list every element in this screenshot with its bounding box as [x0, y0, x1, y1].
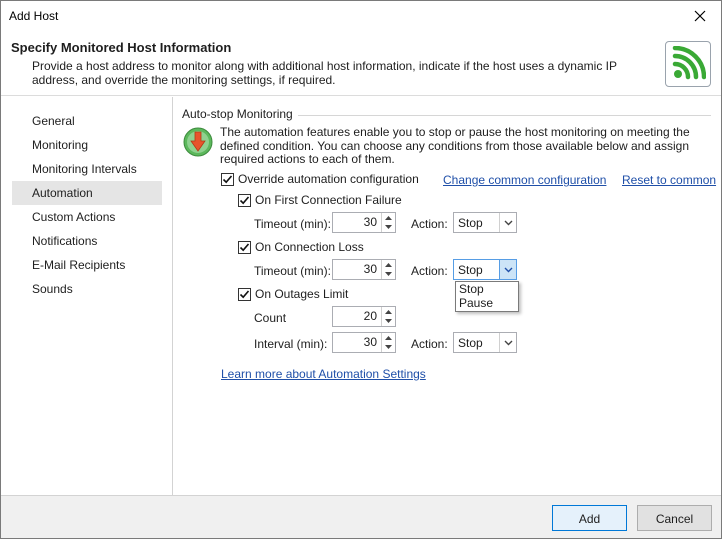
first-failure-action-label: Action: [411, 217, 448, 231]
sidebar-item-sounds[interactable]: Sounds [12, 277, 162, 301]
chevron-down-icon [504, 340, 512, 345]
add-button[interactable]: Add [552, 505, 627, 531]
checkbox-label: On Connection Loss [255, 240, 364, 254]
spin-down-button[interactable] [382, 317, 395, 327]
option-stop[interactable]: Stop [456, 282, 518, 296]
reset-to-common-link[interactable]: Reset to common [622, 173, 716, 187]
selected-value: Stop [458, 216, 483, 230]
triangle-up-icon [385, 335, 392, 340]
close-icon [694, 10, 706, 22]
checkbox-box [221, 172, 234, 186]
connection-loss-timeout-spinner[interactable] [332, 259, 396, 280]
chevron-down-icon [504, 267, 512, 272]
chevron-down-icon [504, 220, 512, 225]
header-title: Specify Monitored Host Information [11, 40, 232, 55]
connection-loss-timeout-input[interactable] [333, 260, 381, 279]
outages-interval-label: Interval (min): [254, 337, 328, 351]
sidebar-item-email-recipients[interactable]: E-Mail Recipients [12, 253, 162, 277]
checkbox-box [238, 240, 251, 254]
checkmark-icon [239, 242, 250, 251]
outages-count-label: Count [254, 311, 287, 325]
first-failure-timeout-label: Timeout (min): [254, 217, 331, 231]
first-failure-timeout-spinner[interactable] [332, 212, 396, 233]
dialog-footer: Add Cancel [1, 495, 721, 538]
dropdown-button[interactable] [499, 260, 516, 279]
spin-down-button[interactable] [382, 223, 395, 233]
group-title: Auto-stop Monitoring [182, 107, 293, 121]
override-automation-checkbox[interactable]: Override automation configuration [221, 172, 419, 186]
outages-count-input[interactable] [333, 307, 381, 326]
outages-interval-spinner[interactable] [332, 332, 396, 353]
first-connection-failure-checkbox[interactable]: On First Connection Failure [238, 193, 402, 207]
wifi-signal-icon [672, 46, 706, 80]
outages-interval-input[interactable] [333, 333, 381, 352]
settings-sidebar: General Monitoring Monitoring Intervals … [1, 97, 173, 495]
spin-up-button[interactable] [382, 333, 395, 343]
sidebar-item-automation[interactable]: Automation [12, 181, 162, 205]
header-description: Provide a host address to monitor along … [32, 59, 617, 87]
sidebar-item-monitoring-intervals[interactable]: Monitoring Intervals [12, 157, 162, 181]
sidebar-item-custom-actions[interactable]: Custom Actions [12, 205, 162, 229]
window-title: Add Host [9, 9, 59, 23]
triangle-up-icon [385, 309, 392, 314]
connection-loss-checkbox[interactable]: On Connection Loss [238, 240, 364, 254]
triangle-down-icon [385, 319, 392, 324]
selected-value: Stop [458, 336, 483, 350]
spin-down-button[interactable] [382, 270, 395, 280]
change-common-configuration-link[interactable]: Change common configuration [443, 173, 606, 187]
checkmark-icon [222, 174, 233, 183]
connection-loss-action-select[interactable]: Stop [453, 259, 517, 280]
checkbox-label: On Outages Limit [255, 287, 349, 301]
cancel-button[interactable]: Cancel [637, 505, 712, 531]
dropdown-button[interactable] [499, 333, 516, 352]
intro-text: The automation features enable you to st… [220, 125, 690, 166]
spin-up-button[interactable] [382, 307, 395, 317]
connection-loss-action-options: Stop Pause [455, 281, 519, 312]
app-logo [665, 41, 711, 87]
dialog-header: Specify Monitored Host Information Provi… [1, 32, 721, 96]
option-pause[interactable]: Pause [456, 296, 518, 310]
automation-panel: Auto-stop Monitoring The automation feat… [173, 97, 721, 495]
close-button[interactable] [687, 4, 713, 28]
add-host-dialog: Add Host Specify Monitored Host Informat… [0, 0, 722, 539]
triangle-down-icon [385, 272, 392, 277]
checkmark-icon [239, 289, 250, 298]
outages-action-select[interactable]: Stop [453, 332, 517, 353]
sidebar-item-notifications[interactable]: Notifications [12, 229, 162, 253]
connection-loss-action-label: Action: [411, 264, 448, 278]
sidebar-item-monitoring[interactable]: Monitoring [12, 133, 162, 157]
spin-up-button[interactable] [382, 260, 395, 270]
sidebar-item-general[interactable]: General [12, 109, 162, 133]
triangle-up-icon [385, 262, 392, 267]
selected-value: Stop [458, 263, 483, 277]
checkbox-label: On First Connection Failure [255, 193, 402, 207]
learn-more-link[interactable]: Learn more about Automation Settings [221, 367, 426, 381]
spin-down-button[interactable] [382, 343, 395, 353]
group-divider [298, 115, 711, 116]
triangle-down-icon [385, 345, 392, 350]
first-failure-timeout-input[interactable] [333, 213, 381, 232]
outages-count-spinner[interactable] [332, 306, 396, 327]
stop-arrow-icon [183, 127, 213, 157]
dropdown-button[interactable] [499, 213, 516, 232]
checkbox-box [238, 193, 251, 207]
outages-limit-checkbox[interactable]: On Outages Limit [238, 287, 348, 301]
first-failure-action-select[interactable]: Stop [453, 212, 517, 233]
checkbox-label: Override automation configuration [238, 172, 419, 186]
title-bar: Add Host [1, 1, 721, 32]
outages-action-label: Action: [411, 337, 448, 351]
triangle-up-icon [385, 215, 392, 220]
triangle-down-icon [385, 225, 392, 230]
connection-loss-timeout-label: Timeout (min): [254, 264, 331, 278]
checkmark-icon [239, 195, 250, 204]
checkbox-box [238, 287, 251, 301]
spin-up-button[interactable] [382, 213, 395, 223]
